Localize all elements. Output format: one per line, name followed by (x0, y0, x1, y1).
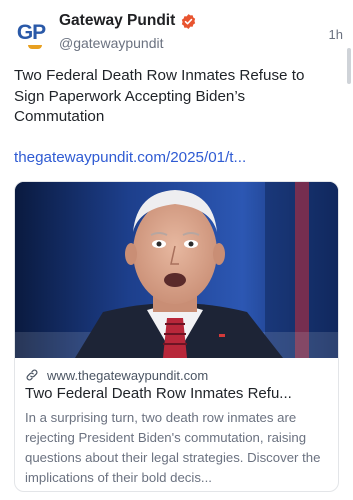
news-photo-icon (15, 182, 338, 358)
domain-row: www.thegatewaypundit.com (25, 366, 328, 384)
post-text: Two Federal Death Row Inmates Refuse to … (14, 67, 305, 125)
display-name[interactable]: Gateway Pundit (59, 12, 175, 30)
scrollbar[interactable] (347, 48, 351, 84)
link-preview-image[interactable] (15, 182, 338, 358)
post: GP Gateway Pundit @gatewaypundit 1h Two … (0, 0, 353, 500)
avatar-logo-swoosh (28, 45, 42, 49)
verified-badge-icon (182, 13, 196, 29)
link-preview-card[interactable]: www.thegatewaypundit.com Two Federal Dea… (14, 181, 339, 492)
link-preview-description: In a surprising turn, two death row inma… (25, 410, 321, 485)
handle[interactable]: @gatewaypundit (59, 35, 343, 51)
post-link[interactable]: thegatewaypundit.com/2025/01/t... (14, 149, 246, 166)
link-preview-title[interactable]: Two Federal Death Row Inmates Refu... (25, 385, 330, 402)
link-icon (26, 369, 38, 381)
avatar-logo-text: GP (16, 21, 46, 44)
link-preview-meta: www.thegatewaypundit.com Two Federal Dea… (25, 366, 328, 488)
post-header: Gateway Pundit @gatewaypundit 1h (59, 10, 343, 54)
link-preview-domain: www.thegatewaypundit.com (47, 367, 209, 383)
avatar[interactable]: GP (12, 14, 50, 52)
name-row: Gateway Pundit (59, 10, 343, 32)
timestamp[interactable]: 1h (329, 27, 343, 42)
